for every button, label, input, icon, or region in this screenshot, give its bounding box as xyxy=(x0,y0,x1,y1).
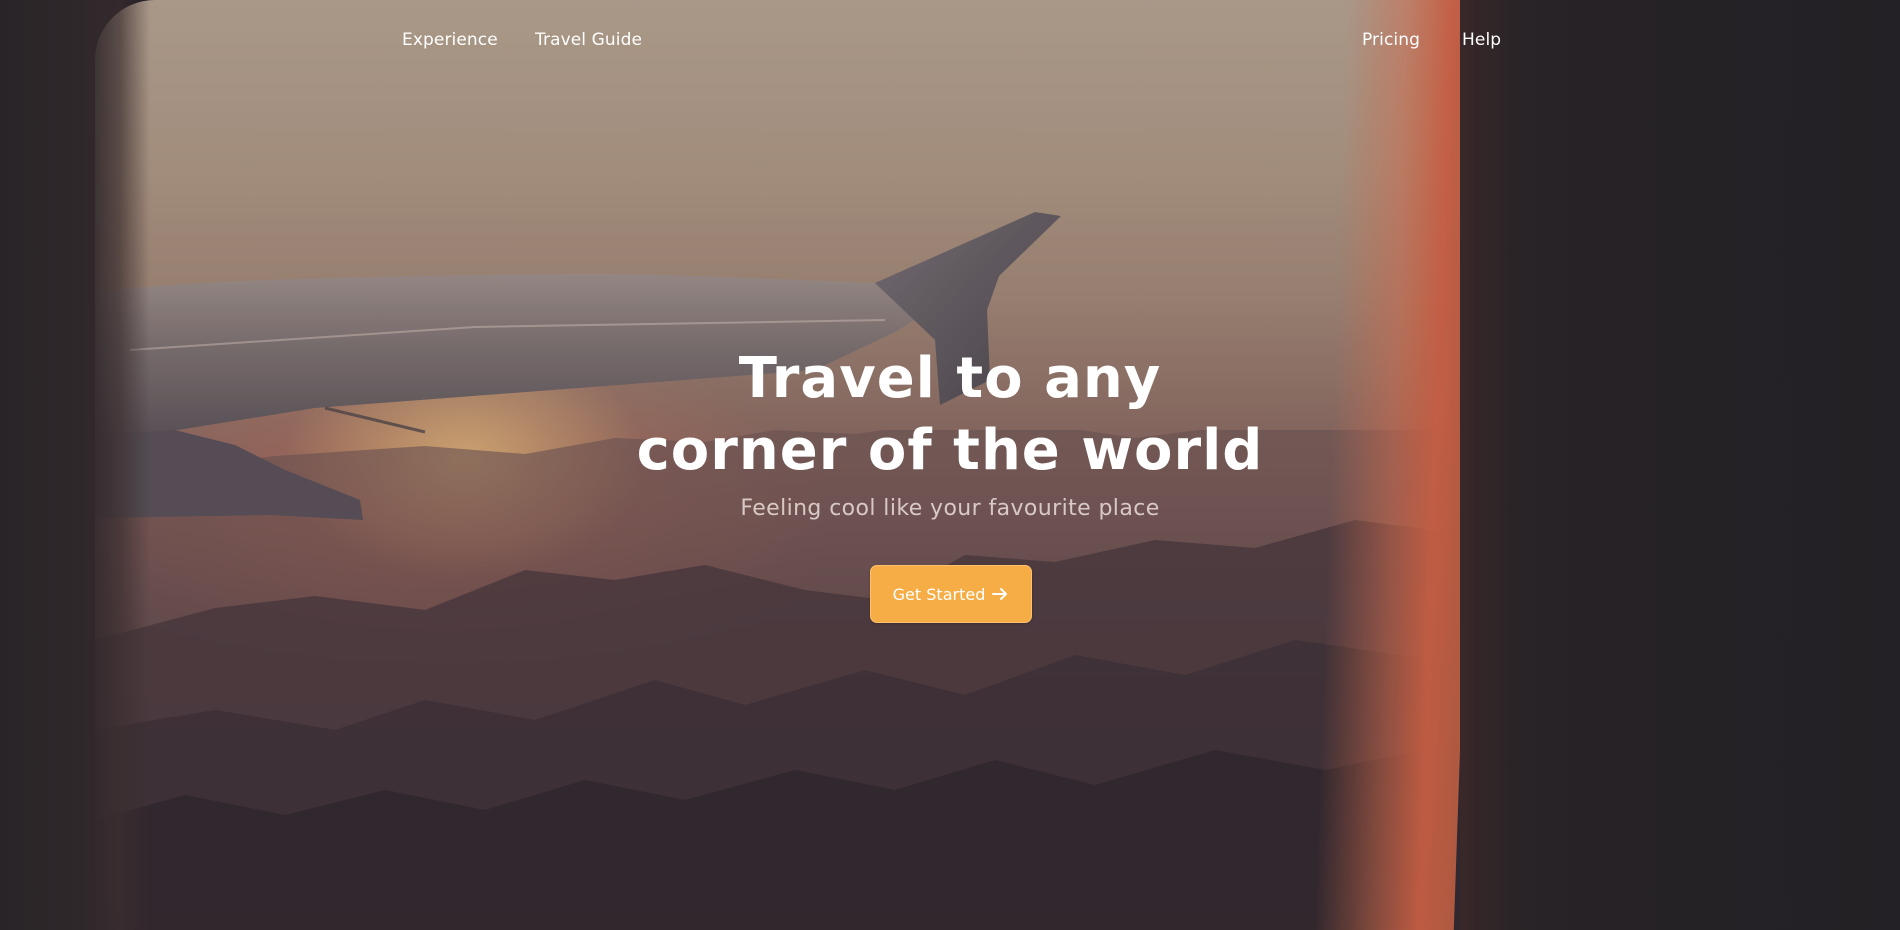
arrow-right-icon xyxy=(991,585,1009,603)
get-started-label: Get Started xyxy=(892,584,986,604)
get-started-button[interactable]: Get Started xyxy=(870,565,1032,623)
top-navigation: Experience Travel Guide Pricing Help xyxy=(0,27,1900,57)
hero-subtitle: Feeling cool like your favourite place xyxy=(740,496,1160,521)
hero-title-line-1: Travel to any xyxy=(738,345,1162,411)
hero-section: Experience Travel Guide Pricing Help Tra… xyxy=(0,0,1900,930)
nav-travel-guide-link[interactable]: Travel Guide xyxy=(535,27,642,53)
nav-pricing-link[interactable]: Pricing xyxy=(1362,27,1420,53)
hero-title: Travel to any corner of the world xyxy=(0,343,1900,487)
nav-help-link[interactable]: Help xyxy=(1462,27,1501,53)
nav-experience-link[interactable]: Experience xyxy=(402,27,498,53)
hero-title-line-2: corner of the world xyxy=(636,417,1264,483)
